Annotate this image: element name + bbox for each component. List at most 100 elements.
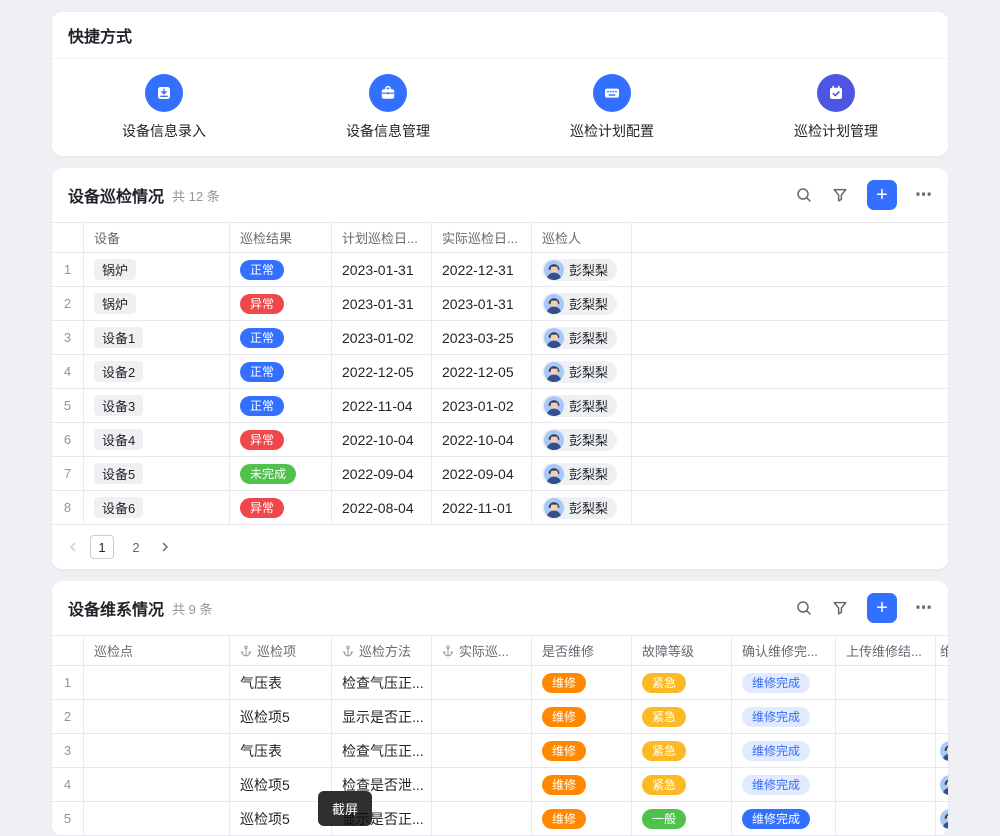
- search-icon[interactable]: [795, 186, 813, 204]
- column-upload[interactable]: 上传维修结...: [836, 636, 936, 665]
- add-record-button[interactable]: +: [867, 180, 897, 210]
- filter-icon[interactable]: [831, 599, 849, 617]
- shortcut-plan-config[interactable]: 巡检计划配置: [500, 74, 724, 141]
- shortcut-plan-manage[interactable]: 巡检计划管理: [724, 74, 948, 141]
- table-row[interactable]: 2 锅炉 异常 2023-01-31 2023-01-31: [52, 287, 948, 321]
- table-row[interactable]: 5 巡检项5 显示是否正... 维修 一般 维修完成: [52, 802, 948, 836]
- result-pill[interactable]: 未完成: [240, 464, 296, 484]
- actual-cell: [432, 768, 532, 801]
- avatar[interactable]: [940, 809, 948, 829]
- device-chip[interactable]: 锅炉: [94, 293, 136, 314]
- device-chip[interactable]: 设备1: [94, 327, 143, 348]
- device-chip[interactable]: 锅炉: [94, 259, 136, 280]
- person-chip[interactable]: 彭梨梨: [542, 497, 617, 519]
- table-row[interactable]: 3 气压表 检查气压正... 维修 紧急 维修完成: [52, 734, 948, 768]
- shortcut-device-entry[interactable]: 设备信息录入: [52, 74, 276, 141]
- inspector-cell: 彭梨梨: [532, 321, 632, 354]
- table-row[interactable]: 8 设备6 异常 2022-08-04 2022-11-01: [52, 491, 948, 525]
- result-cell: 正常: [230, 355, 332, 388]
- search-icon[interactable]: [795, 599, 813, 617]
- person-chip[interactable]: 彭梨梨: [542, 361, 617, 383]
- avatar[interactable]: [940, 741, 948, 761]
- column-actual[interactable]: 实际巡...: [432, 636, 532, 665]
- prev-page-icon[interactable]: [66, 540, 80, 554]
- column-repairer[interactable]: 维修人: [936, 636, 948, 665]
- filter-icon[interactable]: [831, 186, 849, 204]
- table-row[interactable]: 5 设备3 正常 2022-11-04 2023-01-02: [52, 389, 948, 423]
- page-button-2[interactable]: 2: [124, 535, 148, 559]
- repair-pill[interactable]: 维修: [542, 673, 586, 693]
- column-device[interactable]: 设备: [84, 223, 230, 252]
- table-row[interactable]: 1 气压表 检查气压正... 维修 紧急 维修完成: [52, 666, 948, 700]
- result-pill[interactable]: 正常: [240, 396, 284, 416]
- next-page-icon[interactable]: [158, 540, 172, 554]
- shortcut-device-manage[interactable]: 设备信息管理: [276, 74, 500, 141]
- device-chip[interactable]: 设备3: [94, 395, 143, 416]
- result-pill[interactable]: 异常: [240, 498, 284, 518]
- result-pill[interactable]: 正常: [240, 260, 284, 280]
- column-result[interactable]: 巡检结果: [230, 223, 332, 252]
- more-icon[interactable]: ⋯: [915, 598, 932, 618]
- repair-pill[interactable]: 维修: [542, 741, 586, 761]
- repair-pill[interactable]: 维修: [542, 809, 586, 829]
- confirm-cell: 维修完成: [732, 700, 836, 733]
- shortcut-label: 设备信息管理: [346, 121, 430, 141]
- person-chip[interactable]: 彭梨梨: [542, 259, 617, 281]
- inspector-name: 彭梨梨: [569, 328, 608, 347]
- confirm-pill[interactable]: 维修完成: [742, 673, 810, 693]
- column-item[interactable]: 巡检项: [230, 636, 332, 665]
- add-record-button[interactable]: +: [867, 593, 897, 623]
- result-pill[interactable]: 正常: [240, 328, 284, 348]
- avatar[interactable]: [940, 775, 948, 795]
- level-pill[interactable]: 紧急: [642, 741, 686, 761]
- column-point[interactable]: 巡检点: [84, 636, 230, 665]
- result-pill[interactable]: 异常: [240, 294, 284, 314]
- maintenance-card: 设备维系情况 共 9 条 + ⋯ 巡检点 巡检项: [52, 581, 948, 836]
- column-planned-date[interactable]: 计划巡检日...: [332, 223, 432, 252]
- column-repair[interactable]: 是否维修: [532, 636, 632, 665]
- confirm-pill[interactable]: 维修完成: [742, 741, 810, 761]
- device-chip[interactable]: 设备6: [94, 497, 143, 518]
- table-row[interactable]: 7 设备5 未完成 2022-09-04 2022-09-04: [52, 457, 948, 491]
- table-row[interactable]: 6 设备4 异常 2022-10-04 2022-10-04: [52, 423, 948, 457]
- device-chip[interactable]: 设备4: [94, 429, 143, 450]
- more-icon[interactable]: ⋯: [915, 185, 932, 205]
- person-chip[interactable]: 彭梨梨: [542, 429, 617, 451]
- person-chip[interactable]: 彭梨梨: [542, 327, 617, 349]
- level-pill[interactable]: 一般: [642, 809, 686, 829]
- person-chip[interactable]: 彭梨梨: [542, 293, 617, 315]
- device-chip[interactable]: 设备2: [94, 361, 143, 382]
- repair-pill[interactable]: 维修: [542, 775, 586, 795]
- device-chip[interactable]: 设备5: [94, 463, 143, 484]
- level-cell: 紧急: [632, 666, 732, 699]
- column-method[interactable]: 巡检方法: [332, 636, 432, 665]
- confirm-pill[interactable]: 维修完成: [742, 775, 810, 795]
- actual-date-cell: 2023-01-31: [432, 287, 532, 320]
- filler-cell: [632, 287, 948, 320]
- result-pill[interactable]: 异常: [240, 430, 284, 450]
- person-chip[interactable]: 彭梨梨: [542, 395, 617, 417]
- actual-date-cell: 2022-11-01: [432, 491, 532, 524]
- table-row[interactable]: 4 巡检项5 检查是否泄... 维修 紧急 维修完成: [52, 768, 948, 802]
- table-row[interactable]: 2 巡检项5 显示是否正... 维修 紧急 维修完成: [52, 700, 948, 734]
- level-pill[interactable]: 紧急: [642, 775, 686, 795]
- confirm-cell: 维修完成: [732, 666, 836, 699]
- table-row[interactable]: 3 设备1 正常 2023-01-02 2023-03-25: [52, 321, 948, 355]
- level-pill[interactable]: 紧急: [642, 707, 686, 727]
- inspector-cell: 彭梨梨: [532, 355, 632, 388]
- column-actual-date[interactable]: 实际巡检日...: [432, 223, 532, 252]
- table-row[interactable]: 1 锅炉 正常 2023-01-31 2022-12-31: [52, 253, 948, 287]
- confirm-pill[interactable]: 维修完成: [742, 707, 810, 727]
- table-row[interactable]: 4 设备2 正常 2022-12-05 2022-12-05: [52, 355, 948, 389]
- row-number: 8: [52, 491, 84, 524]
- column-inspector[interactable]: 巡检人: [532, 223, 632, 252]
- column-method-label: 巡检方法: [359, 641, 411, 660]
- column-confirm[interactable]: 确认维修完...: [732, 636, 836, 665]
- result-pill[interactable]: 正常: [240, 362, 284, 382]
- repair-pill[interactable]: 维修: [542, 707, 586, 727]
- person-chip[interactable]: 彭梨梨: [542, 463, 617, 485]
- confirm-pill[interactable]: 维修完成: [742, 809, 810, 829]
- level-pill[interactable]: 紧急: [642, 673, 686, 693]
- page-button-1[interactable]: 1: [90, 535, 114, 559]
- column-level[interactable]: 故障等级: [632, 636, 732, 665]
